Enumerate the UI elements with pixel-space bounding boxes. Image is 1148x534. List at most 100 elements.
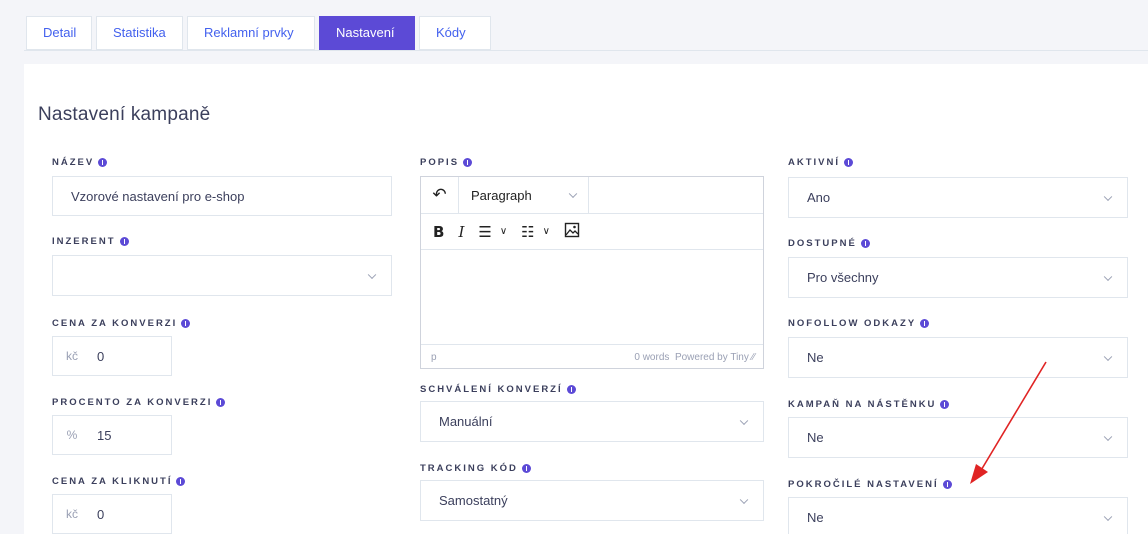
info-icon[interactable] xyxy=(942,480,952,489)
tab-bar: Detail Statistika Reklamní prvky Nastave… xyxy=(26,16,495,50)
nastenka-label: KAMPAŇ NA NÁSTĚNKU xyxy=(788,399,950,410)
procento-konverze-label-text: PROCENTO ZA KONVERZI xyxy=(52,397,213,408)
info-icon[interactable] xyxy=(216,398,226,407)
cena-konverze-label-text: CENA ZA KONVERZI xyxy=(52,318,178,329)
tab-detail[interactable]: Detail xyxy=(26,16,92,50)
cena-konverze-label: CENA ZA KONVERZI xyxy=(52,318,191,329)
chevron-down-icon xyxy=(1103,512,1113,521)
chevron-down-icon xyxy=(739,416,749,425)
chevron-down-icon xyxy=(1103,272,1113,281)
page-title: Nastavení kampaně xyxy=(38,104,211,125)
powered-by-link[interactable]: Powered by Tiny xyxy=(675,352,749,363)
cena-konverze-input[interactable]: kč 0 xyxy=(52,336,172,376)
aktivni-label: AKTIVNÍ xyxy=(788,157,853,168)
info-icon[interactable] xyxy=(181,319,191,328)
nofollow-select[interactable]: Ne xyxy=(788,337,1128,378)
nazev-label: NÁZEV xyxy=(52,157,108,168)
dostupne-select[interactable]: Pro všechny xyxy=(788,257,1128,298)
pokrocile-value: Ne xyxy=(807,510,824,525)
tracking-value: Samostatný xyxy=(439,493,508,508)
info-icon[interactable] xyxy=(920,319,930,328)
undo-icon[interactable]: ↶ xyxy=(421,176,459,214)
cena-kliknuti-value: 0 xyxy=(97,506,105,522)
resize-handle-icon[interactable]: ∕∕ xyxy=(752,352,755,363)
info-icon[interactable] xyxy=(844,158,853,167)
nastenka-value: Ne xyxy=(807,430,824,445)
procento-konverze-value: 15 xyxy=(97,427,112,443)
inzerent-label-text: INZERENT xyxy=(52,236,116,247)
info-icon[interactable] xyxy=(940,400,950,409)
pokrocile-label: POKROČILÉ NASTAVENÍ xyxy=(788,479,952,490)
info-icon[interactable] xyxy=(176,477,186,486)
chevron-down-icon xyxy=(1103,432,1113,441)
nofollow-label-text: NOFOLLOW ODKAZY xyxy=(788,318,917,329)
red-arrow-annotation xyxy=(970,361,1047,484)
nastenka-label-text: KAMPAŇ NA NÁSTĚNKU xyxy=(788,399,937,410)
editor-statusbar: p 0 words Powered by Tiny ∕∕ xyxy=(421,345,763,369)
cena-kliknuti-label: CENA ZA KLIKNUTÍ xyxy=(52,476,186,487)
numbered-list-icon[interactable]: ☷ xyxy=(521,223,534,241)
percent-prefix: % xyxy=(66,428,78,442)
image-icon[interactable] xyxy=(564,222,580,242)
aktivni-select[interactable]: Ano xyxy=(788,177,1128,218)
bullet-list-icon[interactable]: ☰ xyxy=(478,223,491,241)
info-icon[interactable] xyxy=(521,464,531,473)
nastenka-select[interactable]: Ne xyxy=(788,417,1128,458)
italic-icon[interactable]: I xyxy=(458,223,464,241)
chevron-down-icon[interactable]: ∨ xyxy=(500,226,507,237)
nazev-value: Vzorové nastavení pro e-shop xyxy=(71,188,245,204)
chevron-down-icon xyxy=(1103,352,1113,361)
cena-kliknuti-input[interactable]: kč 0 xyxy=(52,494,172,534)
inzerent-select[interactable] xyxy=(52,255,392,296)
currency-prefix: kč xyxy=(66,507,78,521)
nazev-label-text: NÁZEV xyxy=(52,157,95,168)
tab-divider xyxy=(24,50,1148,51)
info-icon[interactable] xyxy=(860,239,870,248)
popis-label-text: POPIS xyxy=(420,157,460,168)
aktivni-label-text: AKTIVNÍ xyxy=(788,157,840,168)
info-icon[interactable] xyxy=(463,158,473,167)
tracking-label-text: TRACKING KÓD xyxy=(420,463,518,474)
chevron-down-icon[interactable]: ∨ xyxy=(543,226,550,237)
nofollow-value: Ne xyxy=(807,350,824,365)
cena-kliknuti-label-text: CENA ZA KLIKNUTÍ xyxy=(52,476,173,487)
editor-path: p xyxy=(431,351,437,363)
procento-konverze-label: PROCENTO ZA KONVERZI xyxy=(52,397,226,408)
pokrocile-label-text: POKROČILÉ NASTAVENÍ xyxy=(788,479,939,490)
chevron-down-icon xyxy=(739,495,749,504)
currency-prefix: kč xyxy=(66,349,78,363)
aktivni-value: Ano xyxy=(807,190,831,205)
bold-icon[interactable]: B xyxy=(433,223,444,241)
cena-konverze-value: 0 xyxy=(97,348,105,364)
editor-content-area[interactable] xyxy=(421,250,763,345)
tab-kody[interactable]: Kódy xyxy=(419,16,491,50)
dostupne-label-text: DOSTUPNÉ xyxy=(788,238,857,249)
schvaleni-label: SCHVÁLENÍ KONVERZÍ xyxy=(420,384,576,395)
nofollow-label: NOFOLLOW ODKAZY xyxy=(788,318,930,329)
format-select-value: Paragraph xyxy=(471,187,532,203)
info-icon[interactable] xyxy=(98,158,108,167)
tab-nastaveni[interactable]: Nastavení xyxy=(319,16,415,50)
pokrocile-select[interactable]: Ne xyxy=(788,497,1128,534)
nazev-input[interactable]: Vzorové nastavení pro e-shop xyxy=(52,176,392,216)
schvaleni-select[interactable]: Manuální xyxy=(420,401,764,442)
inzerent-label: INZERENT xyxy=(52,236,129,247)
editor-toolbar-row-1: ↶ Paragraph xyxy=(421,176,763,214)
word-count: 0 words xyxy=(634,351,670,363)
chevron-down-icon xyxy=(1103,192,1113,201)
dostupne-value: Pro všechny xyxy=(807,270,879,285)
tab-statistika[interactable]: Statistika xyxy=(96,16,183,50)
tracking-label: TRACKING KÓD xyxy=(420,463,531,474)
info-icon[interactable] xyxy=(566,385,576,394)
info-icon[interactable] xyxy=(119,237,129,246)
chevron-down-icon xyxy=(568,189,578,199)
format-select[interactable]: Paragraph xyxy=(459,176,589,214)
popis-editor: ↶ Paragraph B I ☰ ∨ ☷ ∨ p 0 words Powere… xyxy=(420,176,764,369)
schvaleni-value: Manuální xyxy=(439,414,493,429)
chevron-down-icon xyxy=(367,270,377,279)
tab-reklamni-prvky[interactable]: Reklamní prvky xyxy=(187,16,315,50)
tracking-select[interactable]: Samostatný xyxy=(420,480,764,521)
procento-konverze-input[interactable]: % 15 xyxy=(52,415,172,455)
editor-toolbar-row-2: B I ☰ ∨ ☷ ∨ xyxy=(421,214,763,250)
popis-label: POPIS xyxy=(420,157,473,168)
